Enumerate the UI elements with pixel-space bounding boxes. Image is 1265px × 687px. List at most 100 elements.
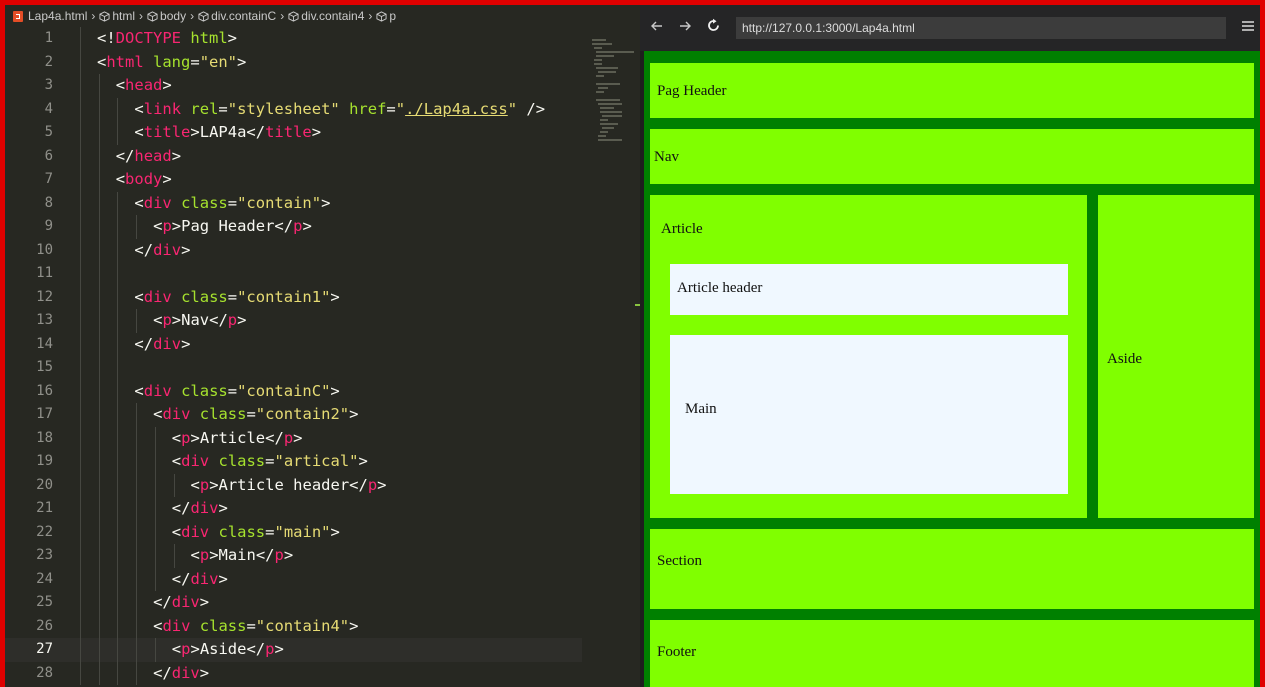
code-token: > bbox=[218, 499, 228, 517]
line-number: 21 bbox=[36, 500, 53, 516]
code-token: > bbox=[199, 663, 210, 682]
code-token: > bbox=[358, 452, 368, 470]
line-number: 5 bbox=[44, 124, 53, 140]
code-line[interactable]: 23 <p>Main</p> bbox=[5, 544, 582, 568]
code-line[interactable]: 10 </div> bbox=[5, 238, 582, 262]
minimap-line bbox=[594, 59, 602, 61]
minimap-line bbox=[598, 139, 622, 141]
indent-guide bbox=[136, 426, 138, 450]
back-button[interactable] bbox=[646, 19, 668, 38]
breadcrumb-div-containC[interactable]: div.containC bbox=[198, 9, 276, 23]
code-line[interactable]: 20 <p>Article header</p> bbox=[5, 473, 582, 498]
code-token: </ bbox=[153, 663, 172, 682]
browser-menu-button[interactable] bbox=[1242, 18, 1254, 36]
code-line[interactable]: 25 </div> bbox=[5, 591, 582, 615]
chevron-right-icon: › bbox=[280, 9, 285, 23]
code-token: = bbox=[190, 52, 200, 71]
code-line[interactable]: 21 </div> bbox=[5, 497, 582, 521]
indent-guide bbox=[98, 520, 100, 544]
code-line[interactable]: 2 <html lang="en"> bbox=[5, 50, 582, 74]
code-line[interactable]: 9 <p>Pag Header</p> bbox=[5, 215, 582, 239]
code-lines[interactable]: 1 <!DOCTYPE html> 2 <html lang="en"> 3 <head>… bbox=[5, 27, 582, 687]
code-line[interactable]: 1 <!DOCTYPE html> bbox=[5, 27, 582, 51]
indent-guide bbox=[80, 50, 81, 74]
code-line[interactable]: 4 <link rel="stylesheet" href="./Lap4a.cs… bbox=[5, 97, 582, 121]
code-token: < bbox=[190, 546, 200, 564]
minimap-line bbox=[598, 71, 616, 73]
code-editor[interactable]: Lap4a.html › html › body › div.containC … bbox=[5, 5, 640, 687]
breadcrumb-html[interactable]: html bbox=[99, 9, 135, 23]
code-token: = bbox=[218, 99, 228, 118]
code-token: >LAP4a</ bbox=[190, 123, 266, 141]
line-number: 24 bbox=[36, 570, 53, 587]
code-line[interactable]: 11 bbox=[5, 262, 582, 286]
code-token: > bbox=[302, 217, 312, 235]
indent-guide bbox=[154, 567, 156, 591]
forward-button[interactable] bbox=[674, 19, 696, 38]
article-box: Article Article header Main bbox=[650, 195, 1087, 518]
breadcrumb-body[interactable]: body bbox=[147, 9, 186, 23]
indent-guide bbox=[80, 403, 81, 427]
indent-guide bbox=[80, 332, 81, 356]
code-token: < bbox=[115, 76, 126, 94]
minimap[interactable] bbox=[582, 27, 640, 687]
line-number: 11 bbox=[36, 265, 53, 281]
indent-guide bbox=[80, 215, 81, 239]
code-token: > bbox=[181, 240, 191, 259]
code-line[interactable]: 8 <div class="contain"> bbox=[5, 191, 582, 215]
code-line[interactable]: 12 <div class="contain1"> bbox=[5, 285, 582, 309]
code-token: p bbox=[283, 428, 294, 447]
indent-guide bbox=[80, 168, 81, 192]
code-line[interactable]: 3 <head> bbox=[5, 74, 582, 98]
code-line[interactable]: 19 <div class="artical"> bbox=[5, 450, 582, 474]
code-text: <p>Article header</p> bbox=[191, 474, 387, 498]
minimap-line bbox=[596, 99, 620, 101]
code-token: rel bbox=[190, 99, 219, 118]
code-line[interactable]: 28 </div> bbox=[5, 661, 582, 685]
section-box: Section bbox=[650, 529, 1254, 609]
code-token: div bbox=[153, 240, 182, 259]
code-token: "contain1" bbox=[237, 287, 331, 306]
code-token: href bbox=[349, 99, 387, 118]
code-line[interactable]: 6 </head> bbox=[5, 144, 582, 168]
hamburger-menu-icon bbox=[1242, 21, 1254, 31]
indent-guide bbox=[80, 121, 81, 145]
reload-button[interactable] bbox=[702, 18, 724, 38]
code-text: <p>Pag Header</p> bbox=[153, 215, 312, 239]
code-token: <! bbox=[97, 29, 116, 47]
code-token: link bbox=[143, 99, 182, 118]
code-token: > bbox=[237, 52, 247, 71]
code-line[interactable]: 22 <div class="main"> bbox=[5, 520, 582, 544]
code-token: "en" bbox=[199, 52, 238, 71]
code-line[interactable]: 18 <p>Article</p> bbox=[5, 426, 582, 450]
breadcrumb-div-contain4[interactable]: div.contain4 bbox=[288, 9, 364, 23]
indent-guide bbox=[98, 497, 100, 521]
code-token: > bbox=[349, 616, 359, 635]
code-token: = bbox=[386, 99, 396, 118]
code-line[interactable]: 26 <div class="contain4"> bbox=[5, 614, 582, 638]
line-number: 4 bbox=[44, 100, 53, 117]
indent-guide bbox=[80, 614, 81, 638]
indent-guide bbox=[80, 356, 81, 380]
breadcrumb-file[interactable]: Lap4a.html bbox=[28, 9, 87, 23]
code-line[interactable]: 7 <body> bbox=[5, 168, 582, 192]
indent-guide bbox=[80, 74, 81, 98]
code-token: "containC" bbox=[237, 381, 331, 400]
code-line[interactable]: 27 <p>Aside</p> bbox=[5, 638, 582, 662]
code-line[interactable]: 15 bbox=[5, 356, 582, 380]
code-line[interactable]: 5 <title>LAP4a</title> bbox=[5, 121, 582, 145]
indent-guide bbox=[117, 332, 119, 356]
code-line[interactable]: 13 <p>Nav</p> bbox=[5, 309, 582, 333]
code-token: title bbox=[143, 123, 191, 141]
code-line[interactable]: 17 <div class="contain2"> bbox=[5, 403, 582, 427]
code-token: "contain" bbox=[237, 193, 322, 212]
code-token: >Nav</ bbox=[171, 311, 228, 329]
page-viewport[interactable]: Pag Header Nav Article Article header Ma… bbox=[644, 51, 1260, 687]
code-line[interactable]: 14 </div> bbox=[5, 332, 582, 356]
code-line[interactable]: 16 <div class="containC"> bbox=[5, 379, 582, 403]
code-line[interactable]: 24 </div> bbox=[5, 567, 582, 591]
element-cube-icon bbox=[288, 10, 299, 22]
url-bar[interactable]: http://127.0.0.1:3000/Lap4a.html bbox=[736, 17, 1226, 39]
breadcrumb-p[interactable]: p bbox=[376, 9, 396, 23]
